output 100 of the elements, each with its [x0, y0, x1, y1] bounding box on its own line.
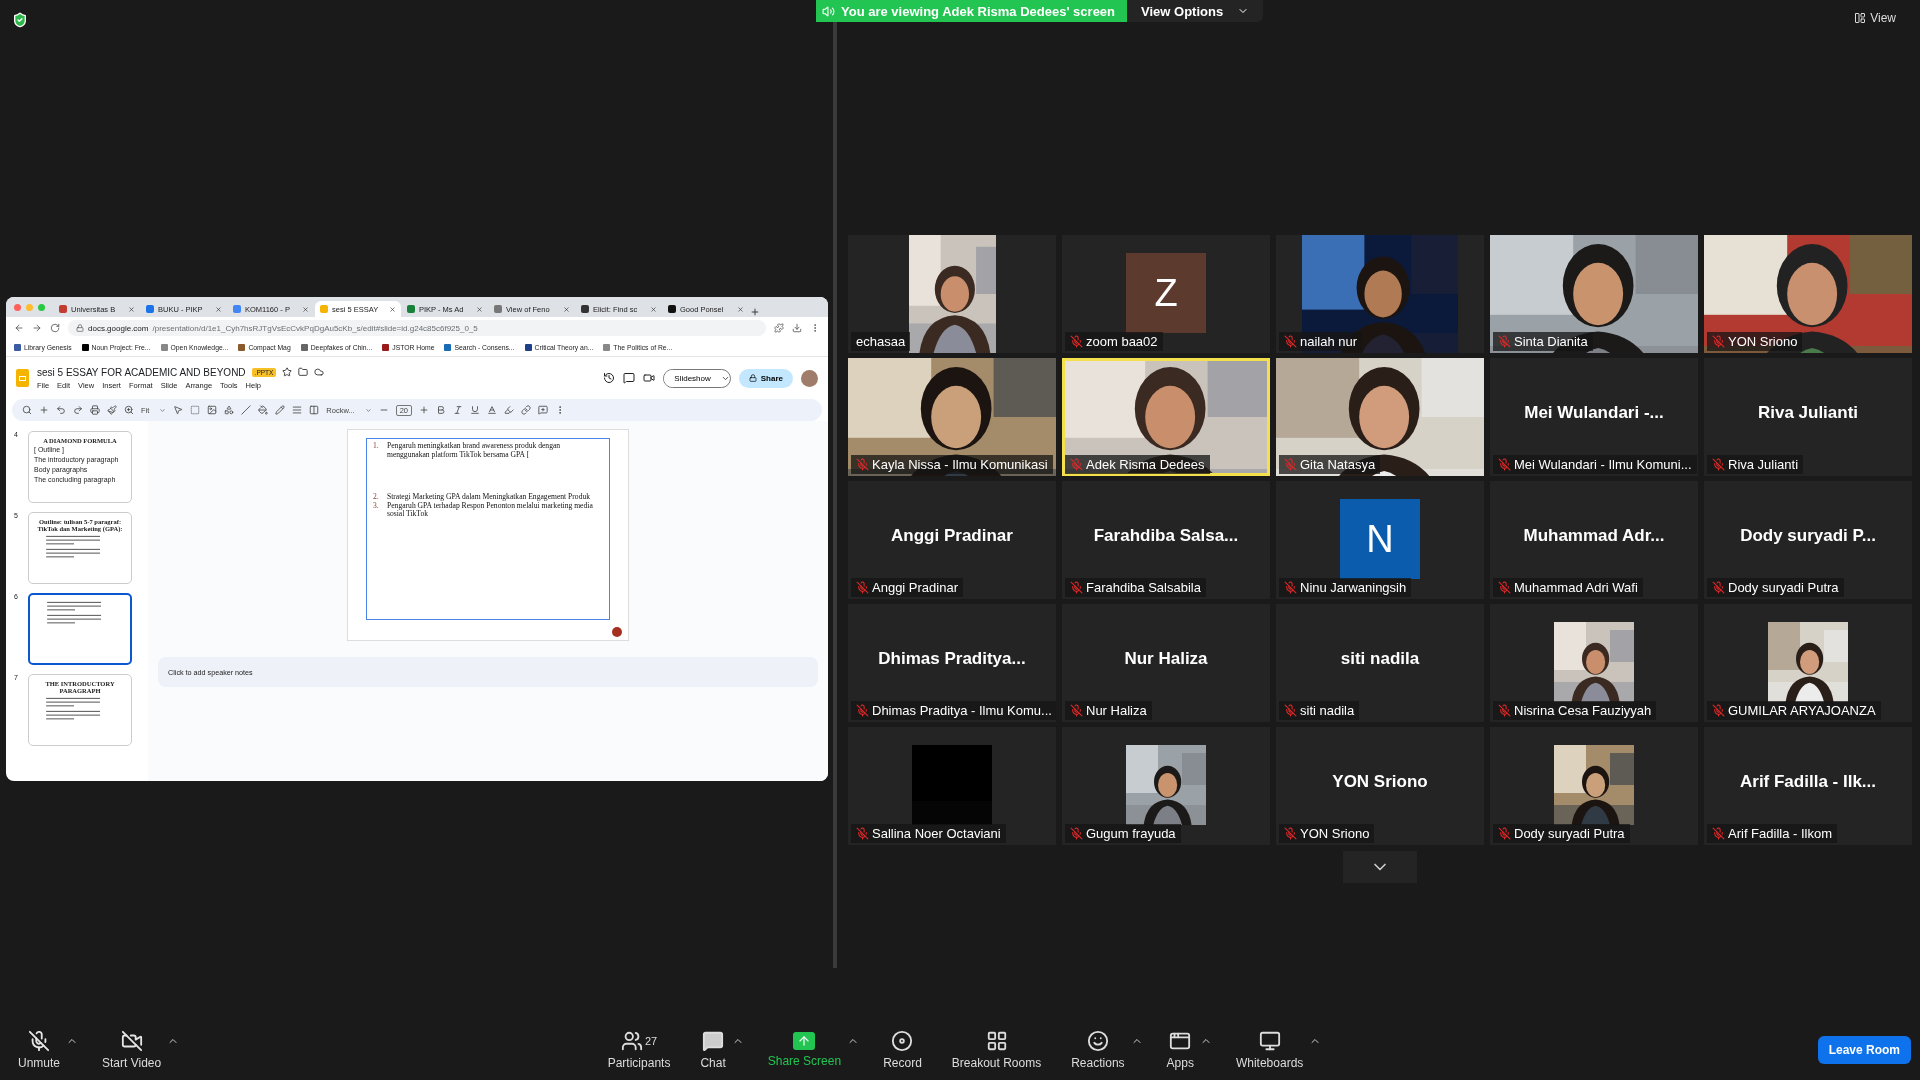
- favicon-icon: [382, 344, 390, 351]
- highlight-icon[interactable]: [504, 405, 515, 415]
- toolbar-button[interactable]: Chat: [694, 1030, 732, 1070]
- bold-icon[interactable]: [436, 405, 447, 415]
- text-box-icon[interactable]: [190, 405, 201, 415]
- folder-icon[interactable]: [298, 367, 309, 377]
- participant-name: Muhammad Adri Wafi: [1493, 578, 1643, 597]
- toolbar-button[interactable]: Whiteboards: [1229, 1030, 1310, 1070]
- participant-display-name: YON Sriono: [1332, 772, 1428, 792]
- shapes-icon[interactable]: [224, 405, 235, 415]
- avatar: N: [1340, 499, 1420, 579]
- border-weight-icon[interactable]: [292, 405, 303, 415]
- link-icon[interactable]: [521, 405, 532, 415]
- favicon-icon: [494, 305, 502, 313]
- address-bar[interactable]: docs.google.com /presentation/d/1e1_Cyh7hsRJTgVsEcCvkPqDgAu5cKb_s/edit#slide=id.g24c85c6f925_0_5: [68, 320, 766, 336]
- view-options-button[interactable]: View Options: [1127, 0, 1264, 22]
- camera-off-icon: [120, 1030, 143, 1052]
- close-icon[interactable]: [737, 305, 744, 313]
- increase-size-icon[interactable]: [419, 405, 430, 415]
- close-icon[interactable]: [302, 305, 309, 313]
- toolbar-button[interactable]: Unmute: [12, 1030, 67, 1070]
- reload-icon[interactable]: [50, 323, 60, 333]
- participant-name: Gugum frayuda: [1065, 824, 1181, 843]
- print-icon[interactable]: [90, 405, 100, 415]
- text-box[interactable]: [366, 438, 610, 620]
- close-icon[interactable]: [476, 305, 483, 313]
- speaker-icon: [822, 4, 835, 18]
- record-indicator-icon: [612, 627, 622, 637]
- comment-icon[interactable]: [623, 372, 636, 384]
- border-dash-icon[interactable]: [309, 405, 320, 415]
- paint-format-icon[interactable]: [107, 405, 117, 415]
- favicon-icon: [300, 344, 308, 351]
- forward-icon[interactable]: [32, 323, 42, 333]
- toolbar-button[interactable]: Share Screen: [761, 1032, 848, 1068]
- new-tab-icon[interactable]: [750, 307, 760, 317]
- leave-room-button[interactable]: Leave Room: [1817, 1036, 1911, 1064]
- caret-icon: [159, 406, 167, 414]
- apps-icon: [1169, 1030, 1192, 1052]
- mic-muted-icon: [28, 1030, 50, 1052]
- share-button[interactable]: Share: [738, 368, 793, 388]
- participant-name: Arif Fadilla - Ilkom: [1707, 824, 1838, 843]
- participant-name: YON Sriono: [1279, 824, 1375, 843]
- slide-thumbnail[interactable]: [28, 593, 132, 665]
- image-icon[interactable]: [207, 405, 218, 415]
- toolbar-button[interactable]: 27 Participants: [601, 1030, 677, 1070]
- select-icon[interactable]: [173, 405, 184, 415]
- italic-icon[interactable]: [453, 405, 464, 415]
- fill-color-icon[interactable]: [258, 405, 269, 415]
- download-icon[interactable]: [792, 323, 802, 333]
- close-icon[interactable]: [128, 305, 135, 313]
- participant-display-name: siti nadila: [1340, 649, 1420, 669]
- participant-display-name: Mei Wulandari -...: [1524, 403, 1664, 423]
- caret-icon: [364, 406, 372, 414]
- close-icon[interactable]: [650, 305, 657, 313]
- search-icon[interactable]: [22, 405, 32, 415]
- participant-display-name: Anggi Pradinar: [891, 526, 1013, 546]
- favicon-icon: [524, 344, 532, 351]
- toolbar-button[interactable]: Apps: [1160, 1030, 1200, 1070]
- favicon-icon: [14, 344, 21, 351]
- close-icon[interactable]: [563, 305, 570, 313]
- favicon-icon: [407, 305, 415, 313]
- cloud-icon[interactable]: [314, 367, 325, 377]
- line-icon[interactable]: [241, 405, 252, 415]
- participant-display-name: Nur Haliza: [1124, 649, 1208, 669]
- participant-name: YON Sriono: [1707, 332, 1803, 351]
- star-icon[interactable]: [282, 367, 293, 377]
- participant-name: zoom baa02: [1065, 332, 1163, 351]
- window-close-button[interactable]: [14, 304, 21, 311]
- add-icon[interactable]: [39, 405, 49, 415]
- toolbar-button[interactable]: Breakout Rooms: [945, 1030, 1048, 1070]
- avatar: [801, 369, 818, 387]
- participant-name: Dody suryadi Putra: [1493, 824, 1630, 843]
- favicon-icon: [444, 344, 452, 351]
- participant-name: Ninu Jarwaningsih: [1279, 578, 1412, 597]
- zoom-icon[interactable]: [124, 405, 134, 415]
- favicon-icon: [233, 305, 241, 313]
- extensions-icon[interactable]: [774, 323, 784, 333]
- view-button[interactable]: View: [1848, 10, 1902, 26]
- border-color-icon[interactable]: [275, 405, 286, 415]
- camera-icon[interactable]: [643, 372, 656, 384]
- toolbar-button[interactable]: Reactions: [1065, 1030, 1131, 1070]
- toolbar-button[interactable]: Record: [877, 1030, 928, 1070]
- underline-icon[interactable]: [470, 405, 481, 415]
- favicon-icon: [238, 344, 246, 351]
- redo-icon[interactable]: [73, 405, 83, 415]
- undo-icon[interactable]: [56, 405, 66, 415]
- participant-name: Dhimas Praditya - Ilmu Komu...: [851, 701, 1056, 720]
- close-icon[interactable]: [389, 305, 396, 313]
- document-title[interactable]: sesi 5 ESSAY FOR ACADEMIC AND BEYOND: [37, 366, 246, 378]
- history-icon[interactable]: [603, 372, 616, 384]
- participant-name: Dody suryadi Putra: [1707, 578, 1844, 597]
- close-icon[interactable]: [215, 305, 222, 313]
- add-comment-icon[interactable]: [538, 405, 549, 415]
- favicon-icon: [59, 305, 67, 313]
- participant-display-name: Muhammad Adr...: [1523, 526, 1665, 546]
- back-icon[interactable]: [14, 323, 24, 333]
- toolbar-button[interactable]: Start Video: [96, 1030, 168, 1070]
- avatar: Z: [1126, 253, 1206, 333]
- favicon-icon: [668, 305, 676, 313]
- text-color-icon[interactable]: [487, 405, 498, 415]
